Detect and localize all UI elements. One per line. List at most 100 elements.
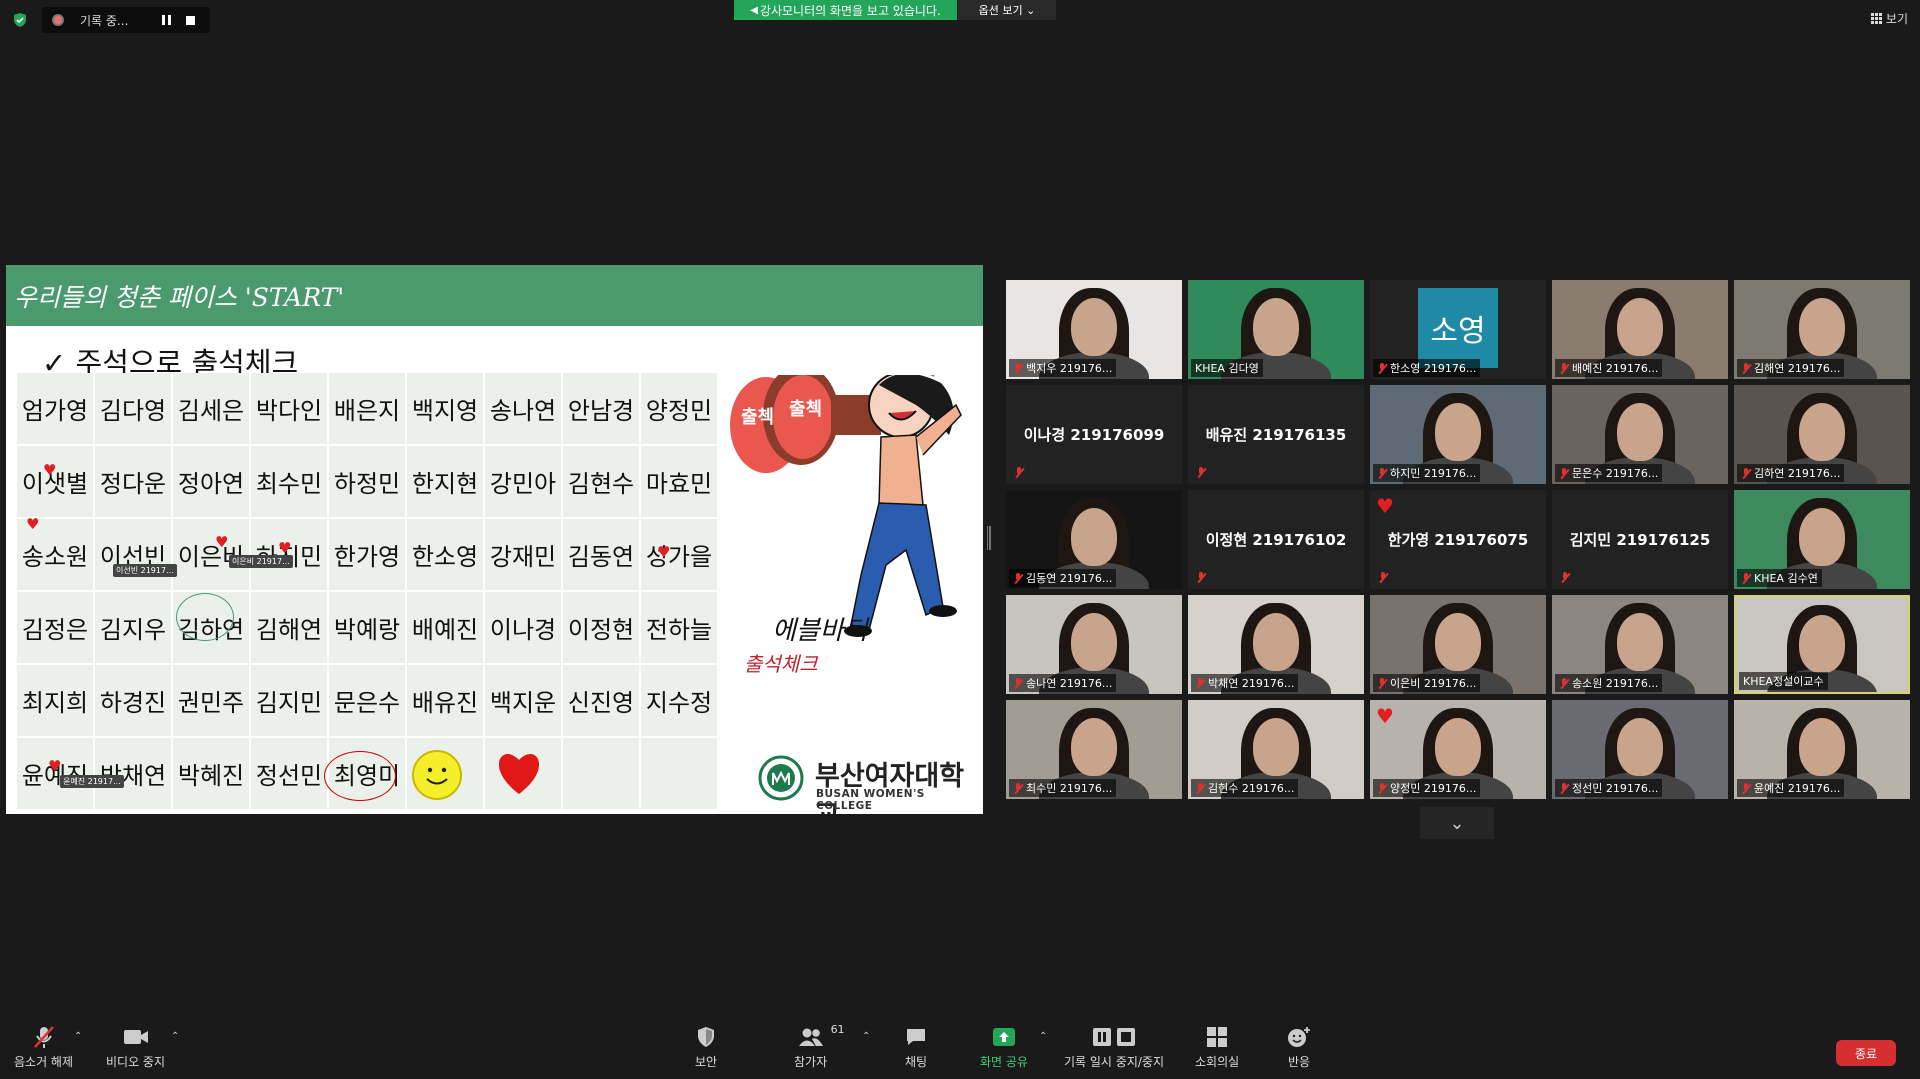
stop-recording-icon[interactable]: [186, 15, 195, 25]
participant-tile[interactable]: 배유진 219176135: [1188, 385, 1364, 484]
shield-icon: [696, 1025, 716, 1049]
participants-options-caret-icon[interactable]: ⌃: [862, 1031, 870, 1042]
name-cell: 정아연: [173, 446, 249, 519]
reactions-label: 반응: [1287, 1055, 1311, 1069]
participant-tile[interactable]: 박채연 219176...: [1188, 595, 1364, 694]
microphone-muted-icon: [33, 1025, 55, 1049]
participant-tile[interactable]: 최수민 219176...: [1006, 700, 1182, 799]
pause-recording-icon[interactable]: [162, 15, 172, 25]
participant-tile[interactable]: 김동연 219176...: [1006, 490, 1182, 589]
annotation-author-tag: 이은비 21917...: [229, 555, 293, 568]
participants-button[interactable]: 61 참가자: [794, 1023, 845, 1070]
participant-name: 김해연 219176...: [1754, 362, 1841, 375]
participant-name-tag: 문은수 219176...: [1555, 464, 1663, 482]
participant-tile[interactable]: ♥ 한가영 219176075: [1370, 490, 1546, 589]
participant-name-tag: 백지우 219176...: [1009, 359, 1117, 377]
grid-view-icon: [1870, 13, 1882, 24]
name-cell: 이선빈: [95, 519, 171, 592]
microphone-muted-icon: [1013, 362, 1023, 374]
participant-tile[interactable]: 하지민 219176...: [1370, 385, 1546, 484]
participant-face: [1435, 718, 1481, 776]
participant-tile[interactable]: 이정현 219176102: [1188, 490, 1364, 589]
reactions-button[interactable]: 반응: [1287, 1025, 1311, 1070]
participants-icon: 61: [797, 1023, 845, 1049]
view-options-button[interactable]: 옵션 보기 ⌄: [958, 0, 1056, 20]
audio-options-caret-icon[interactable]: ⌃: [74, 1031, 82, 1042]
participant-name: 문은수 219176...: [1572, 467, 1659, 480]
share-screen-button[interactable]: 화면 공유: [980, 1025, 1028, 1070]
participant-tile[interactable]: 이은비 219176...: [1370, 595, 1546, 694]
participant-tile[interactable]: 소영 한소영 219176...: [1370, 280, 1546, 379]
participant-tile[interactable]: ♥ 양정민 219176...: [1370, 700, 1546, 799]
view-button[interactable]: 보기: [1870, 10, 1908, 27]
screen-share-banner: ◀ 강사모니터의 화면을 보고 있습니다.: [734, 0, 957, 20]
chat-button[interactable]: 채팅: [905, 1025, 927, 1070]
heart-annotation: ♥: [215, 533, 229, 551]
video-options-caret-icon[interactable]: ⌃: [171, 1031, 179, 1042]
security-shield-icon[interactable]: [12, 12, 28, 28]
microphone-muted-icon: [1378, 572, 1388, 583]
participant-tile[interactable]: 김현수 219176...: [1188, 700, 1364, 799]
breakout-rooms-label: 소회의실: [1195, 1055, 1240, 1069]
participant-tile[interactable]: 백지우 219176...: [1006, 280, 1182, 379]
end-meeting-button[interactable]: 종료: [1836, 1040, 1896, 1066]
participant-tile[interactable]: 이나경 219176099: [1006, 385, 1182, 484]
participant-name-tag: KHEA 김다영: [1191, 359, 1263, 377]
participant-name: 정선민 219176...: [1572, 782, 1659, 795]
share-screen-arrow-icon: [992, 1025, 1016, 1049]
participant-tile[interactable]: 정선민 219176...: [1552, 700, 1728, 799]
participant-tile[interactable]: 송소원 219176...: [1552, 595, 1728, 694]
participant-name: 배유진 219176135: [1205, 426, 1347, 444]
split-view-drag-handle[interactable]: [987, 526, 992, 550]
name-cell: 문은수: [329, 665, 405, 738]
participant-tile[interactable]: 김하연 219176...: [1734, 385, 1910, 484]
name-cell: 최지희: [17, 665, 93, 738]
participant-tile[interactable]: 배예진 219176...: [1552, 280, 1728, 379]
participant-name: 이나경 219176099: [1023, 426, 1165, 444]
microphone-muted-icon: [1741, 467, 1751, 479]
screen-share-banner-text: 강사모니터의 화면을 보고 있습니다.: [759, 3, 941, 18]
participant-face: [1071, 718, 1117, 776]
slide-title: 우리들의 청춘 페이스 'START': [6, 265, 983, 326]
participant-tile[interactable]: 송나연 219176...: [1006, 595, 1182, 694]
participant-name-tag: 정선민 219176...: [1555, 779, 1663, 797]
participant-name: 이은비 219176...: [1390, 677, 1477, 690]
participant-tile[interactable]: 김해연 219176...: [1734, 280, 1910, 379]
participant-face: [1071, 508, 1117, 566]
chat-label: 채팅: [905, 1055, 928, 1069]
share-options-caret-icon[interactable]: ⌃: [1039, 1031, 1047, 1042]
more-participants-chevron-icon[interactable]: ⌄: [1420, 807, 1494, 839]
name-cell: 최수민: [251, 446, 327, 519]
participant-face: [1253, 718, 1299, 776]
participant-tile[interactable]: KHEA 김다영: [1188, 280, 1364, 379]
name-cell: 김정은: [17, 592, 93, 665]
name-cell: 이정현: [563, 592, 639, 665]
participant-tile[interactable]: 윤예진 219176...: [1734, 700, 1910, 799]
annotation-author-tag: 이선빈 21917...: [113, 564, 177, 577]
red-heart-annotation: [498, 754, 540, 794]
participant-name: 윤예진 219176...: [1754, 782, 1841, 795]
name-cell: 정다운: [95, 446, 171, 519]
stop-video-button[interactable]: 비디오 중지: [106, 1025, 165, 1070]
participant-name: 하지민 219176...: [1390, 467, 1477, 480]
view-button-label: 보기: [1885, 12, 1908, 26]
unmute-button[interactable]: 음소거 해제: [14, 1025, 73, 1070]
heart-annotation: ♥: [657, 543, 671, 561]
security-button[interactable]: 보안: [695, 1025, 717, 1070]
microphone-muted-icon: [1741, 572, 1751, 584]
participant-tile[interactable]: KHEA정설이교수: [1734, 595, 1910, 694]
participant-tile[interactable]: 문은수 219176...: [1552, 385, 1728, 484]
breakout-rooms-button[interactable]: 소회의실: [1195, 1025, 1239, 1070]
participant-face: [1799, 508, 1845, 566]
svg-text:출첵: 출첵: [789, 399, 822, 420]
participant-tile[interactable]: KHEA 김수연: [1734, 490, 1910, 589]
participant-tile[interactable]: 김지민 219176125: [1552, 490, 1728, 589]
heart-reaction-icon: ♥: [1376, 494, 1394, 518]
pause-stop-recording-button[interactable]: 기록 일시 중지/중지: [1064, 1025, 1164, 1070]
recording-label: 기록 중...: [80, 13, 129, 28]
name-cell: 권민주: [173, 665, 249, 738]
attendance-name-table: 엄가영 김다영 김세은 박다인 배은지 백지영 송나연 안남경 양정민 이샛별 정다운 정아연 최수민 하…: [17, 373, 717, 814]
microphone-muted-icon: [1013, 782, 1023, 794]
school-name-english: BUSAN WOMEN'S COLLEGE: [816, 788, 925, 812]
participant-name: 김동연 219176...: [1026, 572, 1113, 585]
